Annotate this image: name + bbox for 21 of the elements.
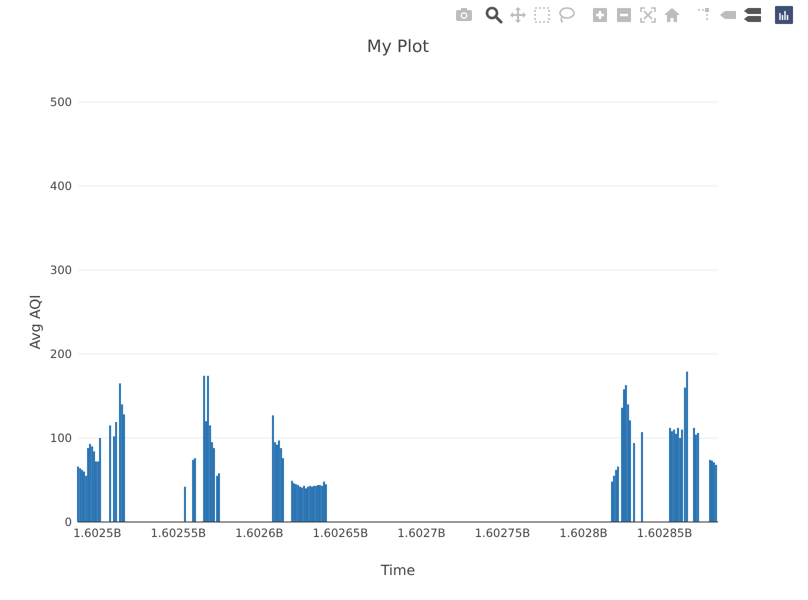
tick-label: 100 — [50, 431, 72, 445]
zoom-icon[interactable] — [484, 4, 504, 26]
bar-chart-logo-icon[interactable] — [774, 4, 794, 26]
tick-label: 1.60255B — [150, 526, 206, 540]
tick-label: 400 — [50, 179, 72, 193]
tick-label: 0 — [64, 515, 72, 529]
tick-label: 1.60265B — [312, 526, 368, 540]
tick-label: 1.6028B — [559, 526, 608, 540]
tick-label: 1.6025B — [73, 526, 122, 540]
tick-label: 1.6026B — [235, 526, 284, 540]
tick-label: 1.60285B — [636, 526, 692, 540]
x-axis-title: Time — [380, 563, 416, 579]
y-axis-title: Avg AQI — [28, 294, 44, 350]
tick-label: 1.6027B — [397, 526, 446, 540]
tick-label: 1.60275B — [474, 526, 530, 540]
tick-label: 300 — [50, 263, 72, 277]
box-select-icon[interactable] — [532, 4, 552, 26]
chart-title: My Plot — [366, 37, 430, 57]
autoscale-icon[interactable] — [638, 4, 658, 26]
tick-label: 200 — [50, 347, 72, 361]
tick-label: 500 — [50, 95, 72, 109]
